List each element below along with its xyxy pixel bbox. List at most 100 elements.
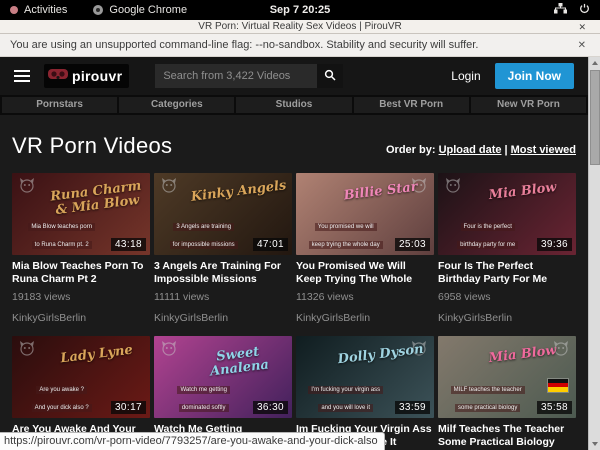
chrome-infobar: You are using an unsupported command-lin…: [0, 34, 600, 57]
thumbnail-overlay-name: Kinky Angels: [188, 179, 288, 205]
thumbnail-captions: I'm fucking your virgin ass and you will…: [296, 378, 395, 414]
scrollbar-thumb[interactable]: [590, 70, 600, 165]
login-link[interactable]: Login: [451, 69, 480, 83]
video-title-link[interactable]: Four Is The Perfect Birthday Party For M…: [438, 260, 576, 286]
thumbnail-caption-line2: dominated softly: [179, 404, 229, 412]
duration-badge: 30:17: [111, 401, 146, 414]
studio-cat-logo-icon: [160, 177, 178, 198]
video-card[interactable]: Mia Blow Four is the perfect birthday pa…: [438, 173, 576, 324]
thumbnail-caption-line1: Mia Blow teaches porn: [28, 223, 95, 231]
network-icon[interactable]: [554, 3, 567, 17]
scrollbar[interactable]: [588, 57, 600, 450]
scroll-up-arrow-icon[interactable]: [589, 57, 600, 69]
thumbnail-overlay-name: Dolly Dyson: [330, 342, 430, 368]
tab-close-icon[interactable]: ✕: [578, 20, 586, 34]
nav-item-categories[interactable]: Categories: [119, 97, 234, 113]
thumbnail-caption-line2: some practical biology: [455, 404, 520, 412]
studio-link[interactable]: KinkyGirlsBerlin: [154, 312, 292, 324]
screen: Activities Google Chrome Sep 7 20:25 VR …: [0, 0, 600, 450]
video-thumbnail[interactable]: Runa Charm & Mia Blow Mia Blow teaches p…: [12, 173, 150, 255]
infobar-message: You are using an unsupported command-lin…: [10, 39, 478, 51]
order-by-label: Order by:: [386, 144, 436, 156]
nav-item-best-vr-porn[interactable]: Best VR Porn: [354, 97, 469, 113]
video-grid: Runa Charm & Mia Blow Mia Blow teaches p…: [12, 173, 576, 450]
search-bar: [155, 64, 343, 88]
thumbnail-caption-line2: to Runa Charm pt. 2: [32, 241, 92, 249]
video-title-link[interactable]: Milf Teaches The Teacher Some Practical …: [438, 423, 576, 449]
site-logo[interactable]: pirouvr: [44, 64, 129, 88]
duration-badge: 33:59: [395, 401, 430, 414]
vr-goggles-icon: [48, 67, 68, 85]
order-by-most-viewed-link[interactable]: Most viewed: [511, 144, 576, 156]
duration-badge: 36:30: [253, 401, 288, 414]
page-title: VR Porn Videos: [12, 133, 172, 159]
duration-badge: 35:58: [537, 401, 572, 414]
thumbnail-captions: Are you awake ? And your dick also ?: [12, 378, 111, 414]
thumbnail-caption-line1: 3 Angels are training: [173, 223, 234, 231]
clock[interactable]: Sep 7 20:25: [0, 4, 600, 16]
menu-icon[interactable]: [14, 70, 30, 82]
thumbnail-captions: Mia Blow teaches porn to Runa Charm pt. …: [12, 215, 111, 251]
browser-viewport: pirouvr Login Join Now Pornstars Categor…: [0, 57, 600, 450]
thumbnail-caption-line1: MILF teaches the teacher: [451, 386, 525, 394]
video-thumbnail[interactable]: Mia Blow Four is the perfect birthday pa…: [438, 173, 576, 255]
order-by: Order by: Upload date|Most viewed: [386, 144, 576, 156]
status-url-tooltip: https://pirouvr.com/vr-porn-video/779325…: [0, 432, 385, 450]
join-now-button[interactable]: Join Now: [495, 63, 574, 89]
main-nav: Pornstars Categories Studios Best VR Por…: [0, 95, 588, 115]
video-card[interactable]: Billie Star You promised we will keep tr…: [296, 173, 434, 324]
order-by-upload-date-link[interactable]: Upload date: [439, 144, 502, 156]
thumbnail-caption-line2: and you will love it: [318, 404, 373, 412]
thumbnail-captions: Watch me getting dominated softly: [154, 378, 253, 414]
nav-item-studios[interactable]: Studios: [236, 97, 351, 113]
thumbnail-caption-line1: Four is the perfect: [461, 223, 515, 231]
studio-cat-logo-icon: [160, 340, 178, 361]
power-icon[interactable]: [579, 3, 590, 17]
video-views: 11326 views: [296, 291, 434, 303]
duration-badge: 25:03: [395, 238, 430, 251]
thumbnail-caption-line1: I'm fucking your virgin ass: [308, 386, 383, 394]
thumbnail-overlay-name: Sweet Analena: [187, 342, 289, 381]
order-separator: |: [505, 144, 508, 156]
studio-link[interactable]: KinkyGirlsBerlin: [438, 312, 576, 324]
webpage: pirouvr Login Join Now Pornstars Categor…: [0, 57, 588, 450]
studio-link[interactable]: KinkyGirlsBerlin: [12, 312, 150, 324]
duration-badge: 39:36: [537, 238, 572, 251]
video-thumbnail[interactable]: Mia Blow MILF teaches the teacher some p…: [438, 336, 576, 418]
nav-item-pornstars[interactable]: Pornstars: [2, 97, 117, 113]
search-icon: [324, 69, 336, 84]
video-thumbnail[interactable]: Kinky Angels 3 Angels are training for i…: [154, 173, 292, 255]
video-title-link[interactable]: 3 Angels Are Training For Impossible Mis…: [154, 260, 292, 286]
video-thumbnail[interactable]: Dolly Dyson I'm fucking your virgin ass …: [296, 336, 434, 418]
thumbnail-overlay-name: Mia Blow: [472, 179, 572, 205]
thumbnail-captions: 3 Angels are training for impossible mis…: [154, 215, 253, 251]
thumbnail-overlay-name: Billie Star: [330, 179, 430, 205]
video-card[interactable]: Runa Charm & Mia Blow Mia Blow teaches p…: [12, 173, 150, 324]
tab-title[interactable]: VR Porn: Virtual Reality Sex Videos | Pi…: [198, 21, 401, 32]
thumbnail-captions: You promised we will keep trying the who…: [296, 215, 395, 251]
site-header: pirouvr Login Join Now: [0, 57, 588, 95]
infobar-close-icon[interactable]: ✕: [578, 40, 590, 51]
search-input[interactable]: [155, 64, 317, 88]
nav-item-new-vr-porn[interactable]: New VR Porn: [471, 97, 586, 113]
video-thumbnail[interactable]: Sweet Analena Watch me getting dominated…: [154, 336, 292, 418]
german-flag-icon: [548, 379, 568, 392]
thumbnail-caption-line1: You promised we will: [315, 223, 377, 231]
video-thumbnail[interactable]: Billie Star You promised we will keep tr…: [296, 173, 434, 255]
scroll-down-arrow-icon[interactable]: [589, 438, 600, 450]
video-card[interactable]: Mia Blow MILF teaches the teacher some p…: [438, 336, 576, 450]
video-title-link[interactable]: Mia Blow Teaches Porn To Runa Charm Pt 2: [12, 260, 150, 286]
desktop-top-bar: Activities Google Chrome Sep 7 20:25: [0, 0, 600, 20]
thumbnail-caption-line2: birthday party for me: [457, 241, 518, 249]
duration-badge: 43:18: [111, 238, 146, 251]
thumbnail-overlay-name: Mia Blow: [472, 342, 572, 368]
search-button[interactable]: [317, 64, 343, 88]
thumbnail-overlay-name: Lady Lyne: [46, 342, 146, 368]
studio-cat-logo-icon: [18, 340, 36, 361]
video-views: 11111 views: [154, 291, 292, 303]
studio-cat-logo-icon: [444, 177, 462, 198]
studio-link[interactable]: KinkyGirlsBerlin: [296, 312, 434, 324]
video-title-link[interactable]: You Promised We Will Keep Trying The Who…: [296, 260, 434, 286]
video-card[interactable]: Kinky Angels 3 Angels are training for i…: [154, 173, 292, 324]
video-thumbnail[interactable]: Lady Lyne Are you awake ? And your dick …: [12, 336, 150, 418]
